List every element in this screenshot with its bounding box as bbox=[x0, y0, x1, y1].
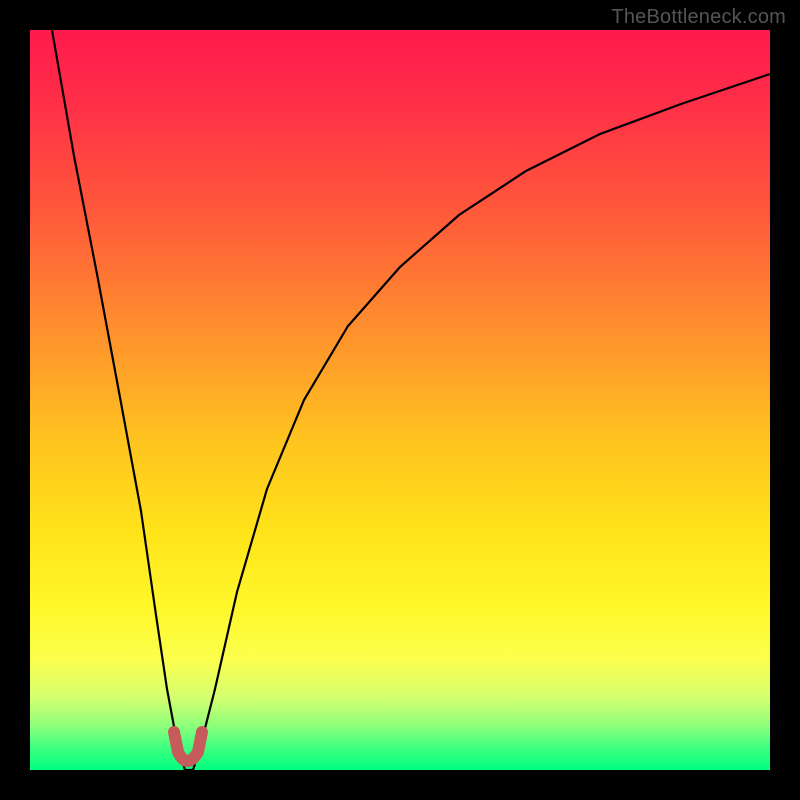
watermark-text: TheBottleneck.com bbox=[611, 6, 786, 29]
bottleneck-curve bbox=[52, 30, 770, 770]
plot-area bbox=[30, 30, 770, 770]
curve-svg bbox=[30, 30, 770, 770]
minimum-marker bbox=[174, 732, 202, 761]
